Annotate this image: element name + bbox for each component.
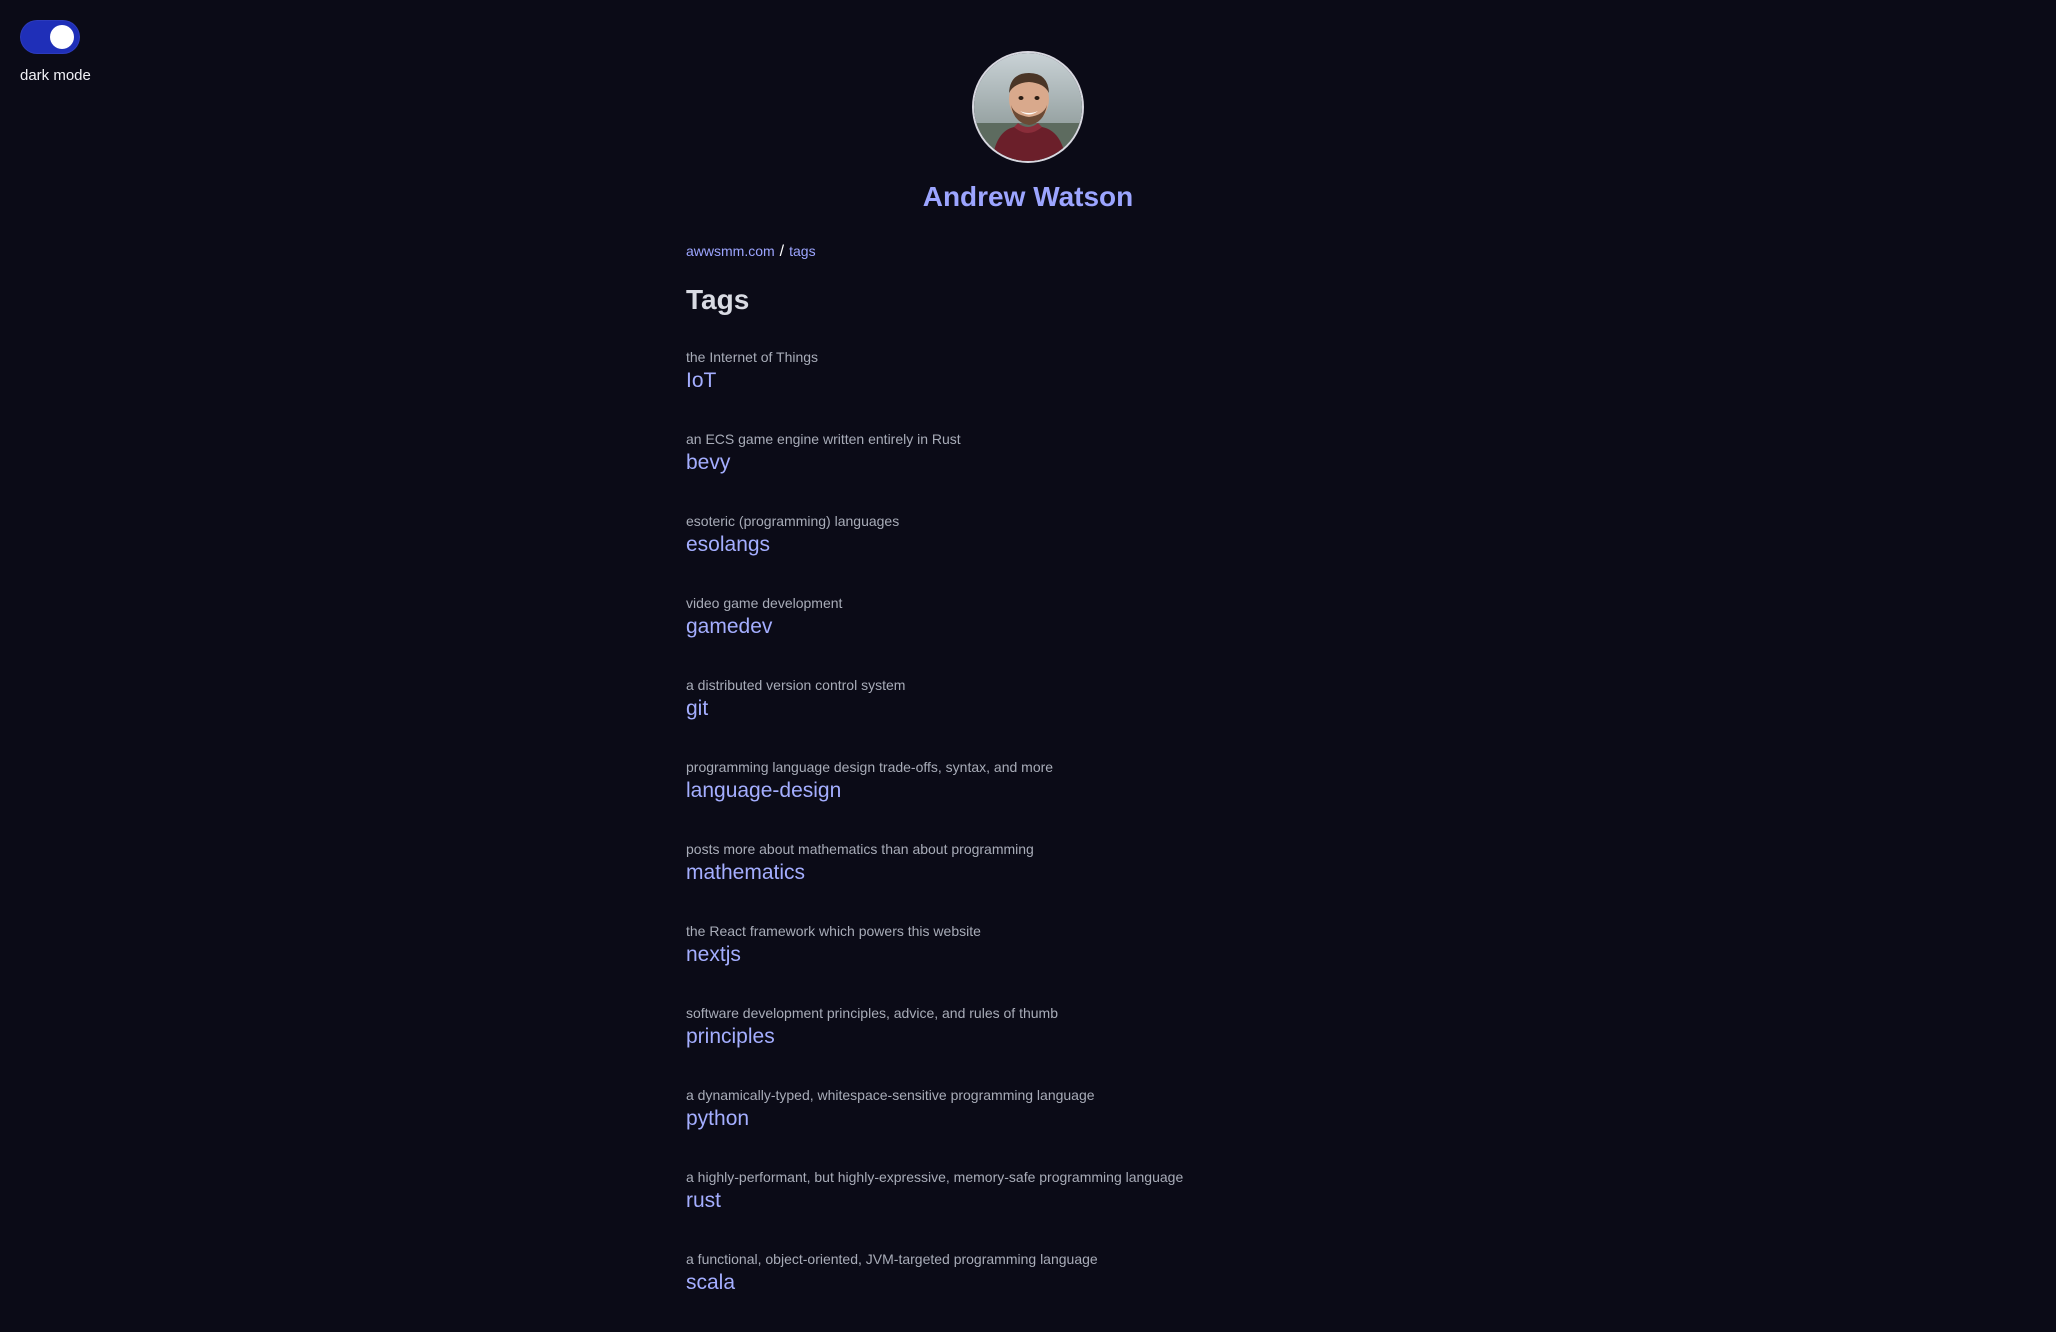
- tag-item: a highly-performant, but highly-expressi…: [686, 1168, 1386, 1250]
- tag-item: a functional, object-oriented, JVM-targe…: [686, 1250, 1386, 1332]
- tag-item: a distributed version control system git: [686, 676, 1386, 758]
- tag-link[interactable]: bevy: [686, 450, 730, 476]
- tag-description: a dynamically-typed, whitespace-sensitiv…: [686, 1087, 1095, 1103]
- tag-link[interactable]: language-design: [686, 778, 841, 804]
- tag-link[interactable]: IoT: [686, 368, 716, 394]
- tag-description: the React framework which powers this we…: [686, 923, 981, 939]
- tag-description: video game development: [686, 595, 843, 611]
- tag-link[interactable]: git: [686, 696, 708, 722]
- tag-item: posts more about mathematics than about …: [686, 840, 1386, 922]
- tag-description: a functional, object-oriented, JVM-targe…: [686, 1251, 1098, 1267]
- avatar-photo-icon: [974, 53, 1082, 161]
- tag-description: an ECS game engine written entirely in R…: [686, 431, 961, 447]
- tag-description: a highly-performant, but highly-expressi…: [686, 1169, 1184, 1185]
- tag-description: the Internet of Things: [686, 349, 819, 365]
- tag-item: video game development gamedev: [686, 594, 1386, 676]
- theme-toggle-group: dark mode: [20, 20, 140, 84]
- tag-item: software development principles, advice,…: [686, 1004, 1386, 1086]
- breadcrumb-separator: /: [779, 243, 785, 260]
- tag-link[interactable]: mathematics: [686, 860, 805, 886]
- main-content: awwsmm.com / tags Tags the Internet of Thi…: [686, 240, 1386, 1294]
- tag-description: posts more about mathematics than about …: [686, 841, 1034, 857]
- tag-description: esoteric (programming) languages: [686, 513, 900, 529]
- tag-link[interactable]: gamedev: [686, 614, 772, 640]
- tag-item: esoteric (programming) languages esolang…: [686, 512, 1386, 594]
- tag-item: the Internet of Things IoT: [686, 348, 1386, 430]
- tag-link[interactable]: principles: [686, 1024, 775, 1050]
- page-title: Tags: [686, 284, 750, 315]
- tag-item: programming language design trade-offs, …: [686, 758, 1386, 840]
- tag-item: the React framework which powers this we…: [686, 922, 1386, 1004]
- tag-item: an ECS game engine written entirely in R…: [686, 430, 1386, 512]
- tag-list: the Internet of Things IoT an ECS game e…: [686, 348, 1386, 1332]
- tag-link[interactable]: python: [686, 1106, 749, 1132]
- breadcrumb-home-link[interactable]: awwsmm.com: [686, 243, 775, 259]
- tag-link[interactable]: scala: [686, 1270, 735, 1296]
- breadcrumb-tags-link[interactable]: tags: [789, 243, 815, 259]
- tag-description: programming language design trade-offs, …: [686, 759, 1054, 775]
- avatar[interactable]: [974, 53, 1082, 161]
- breadcrumb: awwsmm.com / tags: [686, 240, 1386, 262]
- tag-link[interactable]: rust: [686, 1188, 721, 1214]
- site-name-link[interactable]: Andrew Watson: [0, 181, 2056, 213]
- dark-mode-toggle[interactable]: [20, 20, 80, 54]
- toggle-knob: [50, 25, 74, 49]
- tag-description: a distributed version control system: [686, 677, 906, 693]
- dark-mode-label: dark mode: [20, 67, 91, 84]
- tag-description: software development principles, advice,…: [686, 1005, 1058, 1021]
- tag-link[interactable]: nextjs: [686, 942, 741, 968]
- tag-link[interactable]: esolangs: [686, 532, 770, 558]
- tag-item: a dynamically-typed, whitespace-sensitiv…: [686, 1086, 1386, 1168]
